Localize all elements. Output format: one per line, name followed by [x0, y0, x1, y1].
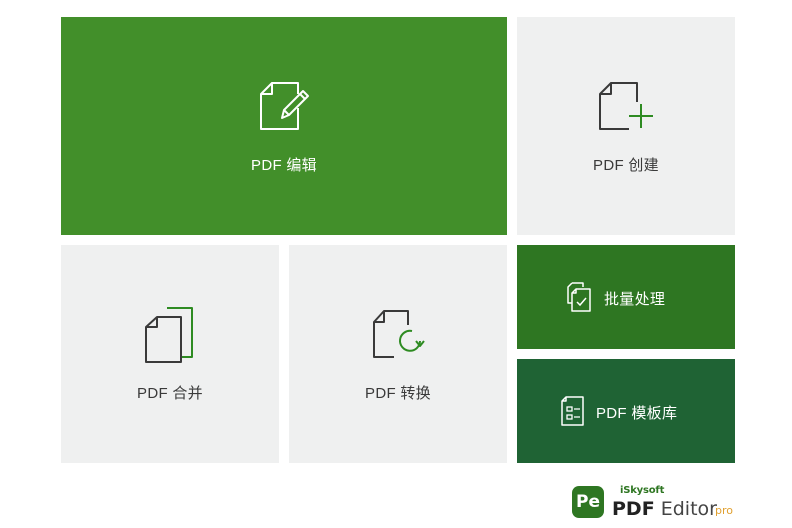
template-library-tile[interactable]: PDF 模板库	[517, 359, 735, 463]
pdf-merge-tile[interactable]: PDF 合并	[61, 245, 279, 463]
product-name-pdf: PDF	[612, 498, 655, 520]
edition-label: pro	[715, 504, 733, 517]
product-name: PDF Editor	[612, 498, 717, 520]
batch-process-label: 批量处理	[604, 291, 666, 308]
pdf-convert-icon	[373, 310, 425, 358]
pdf-edit-tile[interactable]: PDF 编辑	[61, 17, 507, 235]
batch-process-icon	[567, 282, 591, 312]
pdf-edit-icon	[260, 82, 309, 130]
app-badge-icon: Pe	[572, 486, 604, 518]
company-name: iSkysoft	[620, 485, 665, 496]
pdf-create-label: PDF 创建	[593, 157, 659, 174]
batch-process-tile[interactable]: 批量处理	[517, 245, 735, 349]
pdf-create-tile[interactable]: PDF 创建	[517, 17, 735, 235]
pdf-merge-label: PDF 合并	[137, 385, 203, 402]
template-library-icon	[561, 396, 584, 426]
template-library-label: PDF 模板库	[596, 405, 678, 422]
brand-logo: Pe iSkysoft PDF Editor pro	[572, 485, 772, 521]
pdf-convert-tile[interactable]: PDF 转换	[289, 245, 507, 463]
pdf-convert-label: PDF 转换	[365, 385, 431, 402]
pdf-create-icon	[599, 82, 653, 130]
pdf-merge-icon	[145, 307, 193, 363]
product-name-editor: Editor	[660, 498, 717, 520]
pdf-edit-label: PDF 编辑	[251, 157, 317, 174]
